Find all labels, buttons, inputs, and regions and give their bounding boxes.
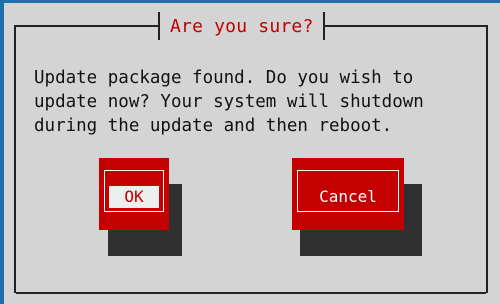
dialog-message: Update package found. Do you wish to upd… — [34, 68, 424, 136]
dialog-title: Are you sure? — [170, 15, 314, 37]
dialog-title-box: Are you sure? — [158, 12, 326, 40]
cancel-button-label: Cancel — [319, 187, 377, 206]
confirm-dialog: Are you sure? Update package found. Do y… — [4, 3, 500, 304]
dialog-separator — [16, 292, 486, 294]
ok-button[interactable]: OK — [99, 158, 169, 230]
cancel-button[interactable]: Cancel — [292, 158, 404, 230]
ok-button-label: OK — [109, 186, 159, 208]
